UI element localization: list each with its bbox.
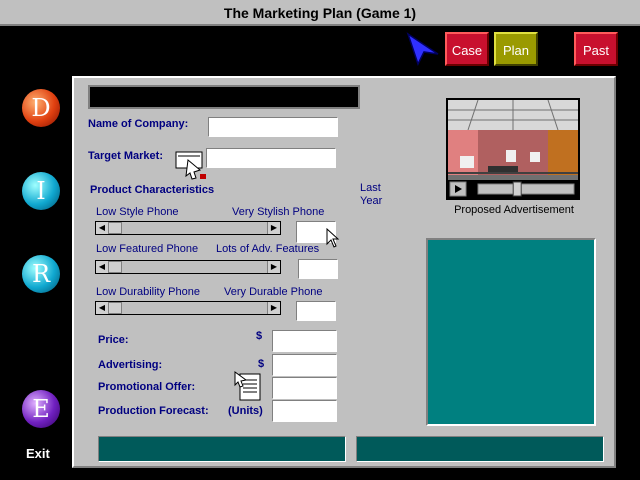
promotional-offer-input[interactable] [272,377,337,399]
sphere-i-button[interactable]: I [22,172,60,210]
advertising-label: Advertising: [98,359,163,371]
feature-high-label: Lots of Adv. Features [216,243,320,255]
sphere-e-button[interactable]: E [22,390,60,428]
durability-high-label: Very Durable Phone [224,286,323,298]
window-title: The Marketing Plan (Game 1) [223,5,417,21]
durability-slider[interactable]: ◀ ▶ [95,301,281,315]
style-right-arrow-icon[interactable]: ▶ [267,222,280,234]
price-label: Price: [98,334,129,346]
target-market-input[interactable] [206,148,336,168]
advertising-input[interactable] [272,354,337,376]
durability-slider-thumb[interactable] [108,302,122,314]
features-last-year-field [298,259,338,279]
features-slider-thumb[interactable] [108,261,122,273]
advertising-currency: $ [258,358,265,370]
product-characteristics-heading: Product Characteristics [90,184,215,196]
style-low-label: Low Style Phone [96,206,179,218]
last-year-label: Last Year [360,182,383,207]
bottom-status-right [356,436,604,462]
hand-pointer-icon[interactable] [174,148,208,180]
production-forecast-label: Production Forecast: [98,405,209,417]
production-forecast-input[interactable] [272,400,337,422]
features-right-arrow-icon[interactable]: ▶ [267,261,280,273]
durability-low-label: Low Durability Phone [96,286,200,298]
units-label: (Units) [228,405,263,417]
durability-right-arrow-icon[interactable]: ▶ [267,302,280,314]
document-icon[interactable] [234,370,262,402]
durability-last-year-field [296,301,336,321]
bottom-status-left [98,436,346,462]
price-label-text: Price: [98,334,129,346]
sphere-d-button[interactable]: D [22,89,60,127]
past-button[interactable]: Past [574,32,618,66]
plan-button[interactable]: Plan [494,32,538,66]
sphere-r-button[interactable]: R [22,255,60,293]
mouse-cursor-icon [326,228,340,248]
pointer-arrow-icon [406,32,439,66]
company-label: Name of Company: [88,118,189,130]
style-high-label: Very Stylish Phone [232,206,325,218]
title-bar: The Marketing Plan (Game 1) [0,0,640,26]
price-input[interactable] [272,330,337,352]
promotional-offer-label: Promotional Offer: [98,381,196,393]
advertisement-video[interactable] [446,98,580,200]
price-currency: $ [256,330,263,342]
target-market-label: Target Market: [88,150,163,162]
style-slider-thumb[interactable] [108,222,122,234]
status-bar [88,85,360,109]
company-name-input[interactable] [208,117,338,137]
office-scene-image [448,100,578,198]
case-button[interactable]: Case [445,32,489,66]
exit-button[interactable]: Exit [26,446,50,461]
style-slider[interactable]: ◀ ▶ [95,221,281,235]
advertisement-preview-area [426,238,596,426]
features-slider[interactable]: ◀ ▶ [95,260,281,274]
feature-low-label: Low Featured Phone [96,243,199,255]
advertisement-caption: Proposed Advertisement [454,204,574,216]
